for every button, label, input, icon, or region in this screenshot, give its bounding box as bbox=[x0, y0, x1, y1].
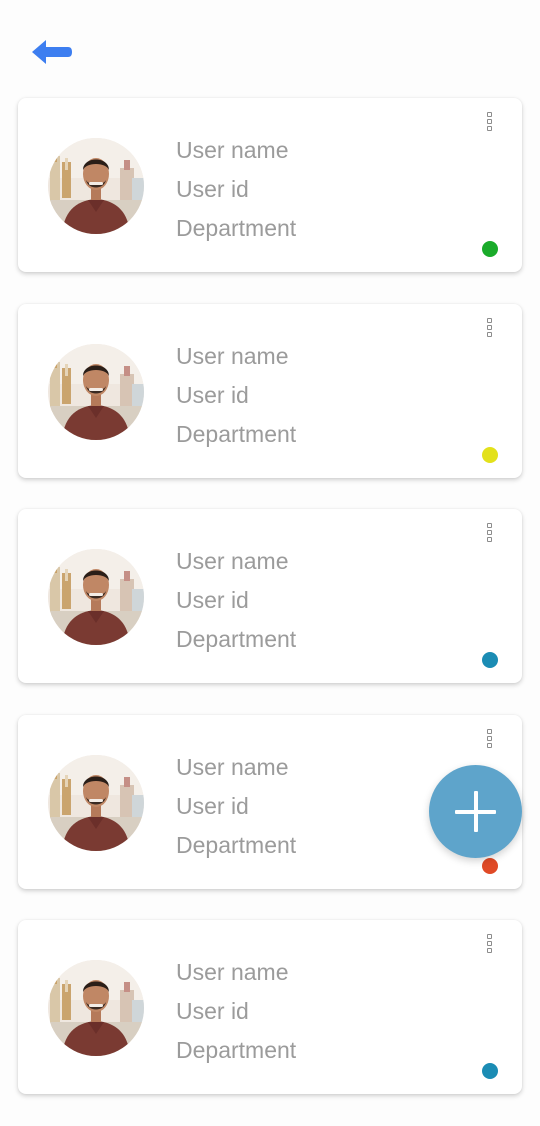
avatar bbox=[48, 960, 144, 1056]
status-indicator bbox=[482, 857, 498, 874]
user-name-label: User name bbox=[176, 342, 289, 369]
user-name-label: User name bbox=[176, 137, 289, 163]
user-card[interactable]: User name User id Department bbox=[18, 920, 522, 1094]
more-vertical-icon[interactable] bbox=[484, 112, 494, 138]
avatar bbox=[48, 343, 144, 440]
user-name-label: User name bbox=[176, 753, 289, 780]
more-vertical-icon[interactable] bbox=[484, 728, 494, 755]
user-id-label: User id bbox=[176, 792, 249, 819]
user-info: User name User id Department bbox=[176, 131, 296, 248]
avatar bbox=[48, 138, 144, 234]
user-info: User name User id Department bbox=[176, 542, 296, 659]
user-name-label: User name bbox=[176, 959, 289, 985]
status-indicator bbox=[482, 446, 498, 463]
user-card[interactable]: User name User id Department bbox=[18, 303, 522, 478]
user-name-label: User name bbox=[176, 548, 289, 574]
user-list: User name User id Department User name U… bbox=[18, 98, 522, 1126]
status-indicator bbox=[482, 241, 498, 257]
department-label: Department bbox=[176, 626, 297, 652]
user-info: User name User id Department bbox=[176, 953, 296, 1070]
add-user-button[interactable] bbox=[429, 765, 522, 858]
avatar bbox=[48, 754, 144, 851]
plus-icon bbox=[474, 791, 478, 832]
status-indicator bbox=[482, 652, 498, 668]
status-indicator bbox=[482, 1063, 498, 1079]
user-id-label: User id bbox=[176, 587, 249, 613]
user-card[interactable]: User name User id Department bbox=[18, 98, 522, 272]
user-id-label: User id bbox=[176, 998, 249, 1024]
arrow-left-icon bbox=[32, 40, 72, 64]
more-vertical-icon[interactable] bbox=[484, 317, 494, 344]
more-vertical-icon[interactable] bbox=[484, 934, 494, 960]
more-vertical-icon[interactable] bbox=[484, 523, 494, 549]
department-label: Department bbox=[176, 215, 297, 241]
avatar bbox=[48, 549, 144, 645]
user-card[interactable]: User name User id Department bbox=[18, 509, 522, 683]
user-info: User name User id Department bbox=[176, 337, 296, 454]
back-button[interactable] bbox=[28, 34, 76, 72]
user-id-label: User id bbox=[176, 381, 249, 408]
user-id-label: User id bbox=[176, 176, 249, 202]
user-info: User name User id Department bbox=[176, 748, 296, 865]
department-label: Department bbox=[176, 420, 297, 447]
department-label: Department bbox=[176, 831, 297, 858]
department-label: Department bbox=[176, 1037, 297, 1063]
